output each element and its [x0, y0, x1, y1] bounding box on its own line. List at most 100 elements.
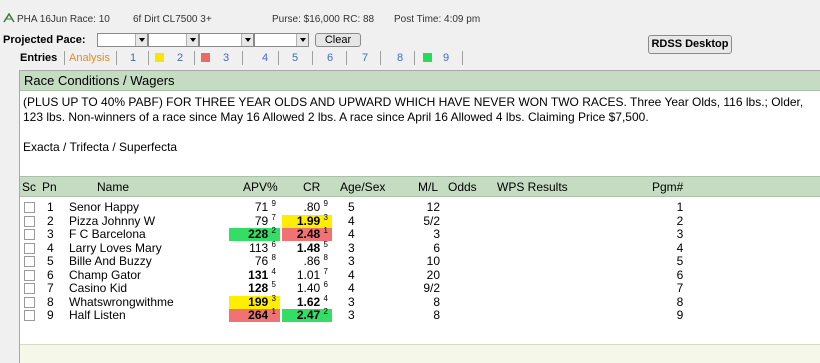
apv-value: 113 — [249, 240, 269, 255]
horseshoe-logo-icon — [3, 13, 15, 23]
program-number: 1 — [676, 200, 684, 214]
morning-line-odds: 10 — [426, 254, 440, 268]
morning-line-odds: 6 — [433, 240, 440, 255]
apv-rank: 1 — [271, 307, 276, 316]
morning-line-odds: 8 — [433, 294, 440, 309]
program-number: 3 — [676, 227, 684, 241]
scratch-checkbox[interactable] — [24, 296, 35, 308]
race-conditions-text: (PLUS UP TO 40% PABF) FOR THREE YEAR OLD… — [23, 95, 804, 124]
tab-divider — [194, 51, 195, 65]
cr-rank: 1 — [323, 226, 328, 235]
tab-horse-4[interactable]: 4 — [262, 50, 268, 66]
col-header-odds[interactable]: Odds — [448, 180, 477, 194]
tab-divider — [148, 51, 149, 65]
apv-value: 131 — [248, 267, 269, 282]
post-number: 7 — [47, 281, 54, 295]
purse-label: Purse: $16,000 — [272, 14, 340, 25]
tab-horse-3[interactable]: 3 — [223, 50, 229, 66]
apv-value: 128 — [248, 281, 269, 295]
tab-entries[interactable]: Entries — [20, 50, 57, 66]
apv-value: 79 — [254, 213, 269, 228]
apv-value: 76 — [254, 254, 269, 268]
cr-value: .86 — [303, 254, 321, 268]
table-row[interactable]: 8 Whatswrongwithme 199 3 1.62 4 3 8 8 — [20, 293, 820, 309]
grid-footer — [20, 344, 820, 363]
cr-value: 1.62 — [296, 294, 321, 309]
col-header-cr[interactable]: CR — [303, 180, 320, 194]
age-sex: 3 — [348, 294, 355, 309]
scratch-checkbox[interactable] — [24, 310, 35, 321]
program-number: 7 — [676, 281, 684, 295]
scratch-checkbox[interactable] — [24, 283, 35, 294]
scratch-checkbox[interactable] — [24, 242, 35, 254]
apv-cell: 264 1 — [229, 307, 280, 322]
horse-name: Senor Happy — [69, 200, 140, 214]
horse-name: Larry Loves Mary — [69, 240, 162, 255]
tab-analysis[interactable]: Analysis — [69, 50, 110, 66]
morning-line-odds: 9/2 — [423, 281, 440, 295]
table-row[interactable]: 1 Senor Happy 71 9.80 9 5 12 1 — [20, 199, 820, 214]
tab-horse-8[interactable]: 8 — [397, 50, 403, 66]
tab-horse-1[interactable]: 1 — [130, 50, 136, 66]
morning-line-odds: 5/2 — [423, 213, 440, 228]
clear-button[interactable]: Clear — [315, 33, 361, 47]
col-header-ml[interactable]: M/L — [418, 180, 438, 194]
cr-value: 1.01 — [296, 267, 321, 282]
program-number: 5 — [676, 254, 684, 268]
scratch-checkbox[interactable] — [24, 269, 35, 281]
cr-rank: 8 — [323, 253, 328, 262]
scratch-checkbox[interactable] — [24, 202, 35, 213]
pace-select-3[interactable] — [199, 33, 254, 47]
table-row[interactable]: 6 Champ Gator 131 4 1.01 7 4 20 6 — [20, 266, 820, 282]
race-label: PHA 16Jun Race: 10 — [17, 14, 110, 25]
table-row[interactable]: 5 Bille And Buzzy 76 8.86 8 3 10 5 — [20, 253, 820, 268]
col-header-pn[interactable]: Pn — [42, 180, 57, 194]
tab-horse-7[interactable]: 7 — [362, 50, 368, 66]
tab-horse-5[interactable]: 5 — [292, 50, 298, 66]
age-sex: 4 — [348, 281, 355, 295]
chevron-down-icon — [135, 34, 147, 46]
tab-horse-9[interactable]: 9 — [443, 50, 449, 66]
scratch-checkbox[interactable] — [24, 256, 35, 267]
cr-value: 2.48 — [296, 227, 321, 241]
apv-rank: 2 — [271, 226, 276, 235]
table-row[interactable]: 2 Pizza Johnny W 79 7 1.99 3 4 5/2 2 — [20, 213, 820, 228]
tab-horse-6[interactable]: 6 — [327, 50, 333, 66]
apv-value: 71 — [254, 200, 269, 214]
pace-select-1[interactable] — [97, 33, 148, 47]
table-row[interactable]: 9 Half Listen 264 1 2.47 2389 — [20, 307, 820, 322]
horse-name: Casino Kid — [69, 281, 128, 295]
age-sex: 3 — [348, 308, 355, 322]
pace-select-4[interactable] — [254, 33, 309, 47]
chevron-down-icon — [296, 34, 308, 46]
table-row[interactable]: 3 F C Barcelona 228 2 2.48 1 4 3 3 — [20, 226, 820, 241]
col-header-agesex[interactable]: Age/Sex — [340, 180, 385, 194]
color-swatch-yellow — [155, 53, 164, 62]
cr-rank: 4 — [323, 293, 328, 303]
col-header-apv[interactable]: APV% — [243, 180, 278, 194]
cr-value: 2.47 — [296, 308, 321, 322]
apv-rank: 4 — [271, 266, 276, 276]
apv-rank: 6 — [271, 239, 276, 249]
post-number: 3 — [47, 227, 54, 241]
scratch-checkbox[interactable] — [24, 215, 35, 227]
col-header-sc[interactable]: Sc — [22, 180, 36, 194]
program-number: 4 — [676, 240, 684, 255]
post-number: 6 — [47, 267, 54, 282]
age-sex: 4 — [348, 213, 355, 228]
horse-name: Half Listen — [69, 308, 126, 322]
rdss-desktop-button[interactable]: RDSS Desktop — [648, 35, 732, 54]
col-header-name[interactable]: Name — [97, 180, 129, 194]
post-number: 2 — [47, 213, 54, 228]
table-row[interactable]: 4 Larry Loves Mary 113 6 1.48 5 3 6 4 — [20, 239, 820, 255]
table-row[interactable]: 7 Casino Kid 128 5 1.40 6 4 9/2 7 — [20, 281, 820, 295]
chevron-down-icon — [186, 34, 198, 46]
tab-horse-2[interactable]: 2 — [177, 50, 183, 66]
pace-select-2[interactable] — [148, 33, 199, 47]
col-header-pgm[interactable]: Pgm# — [652, 180, 683, 194]
col-header-wps[interactable]: WPS Results — [497, 180, 568, 194]
apv-rank: 9 — [271, 199, 276, 208]
race-conditions-header: Race Conditions / Wagers — [20, 71, 820, 91]
scratch-checkbox[interactable] — [24, 229, 35, 240]
tab-divider — [64, 51, 65, 65]
